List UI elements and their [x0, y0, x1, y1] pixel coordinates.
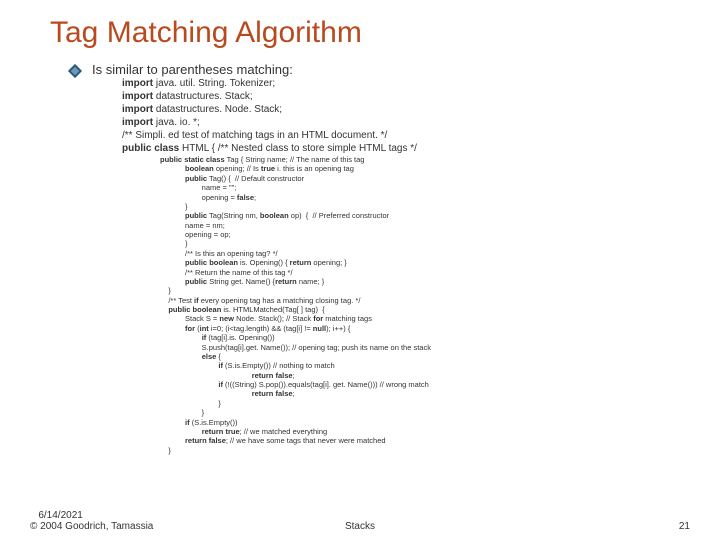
- diamond-bullet-icon: [68, 64, 82, 78]
- page-title: Tag Matching Algorithm: [50, 16, 690, 50]
- code-main: import java. util. String. Tokenizer;imp…: [122, 77, 690, 155]
- footer: 6/14/2021 © 2004 Goodrich, Tamassia Stac…: [0, 514, 720, 532]
- code-sub: public static class Tag { String name; /…: [160, 155, 690, 455]
- bullet-item: Is similar to parentheses matching:: [70, 62, 690, 77]
- footer-center: Stacks: [0, 521, 720, 532]
- footer-right: 21: [679, 521, 690, 532]
- bullet-text: Is similar to parentheses matching:: [92, 62, 293, 77]
